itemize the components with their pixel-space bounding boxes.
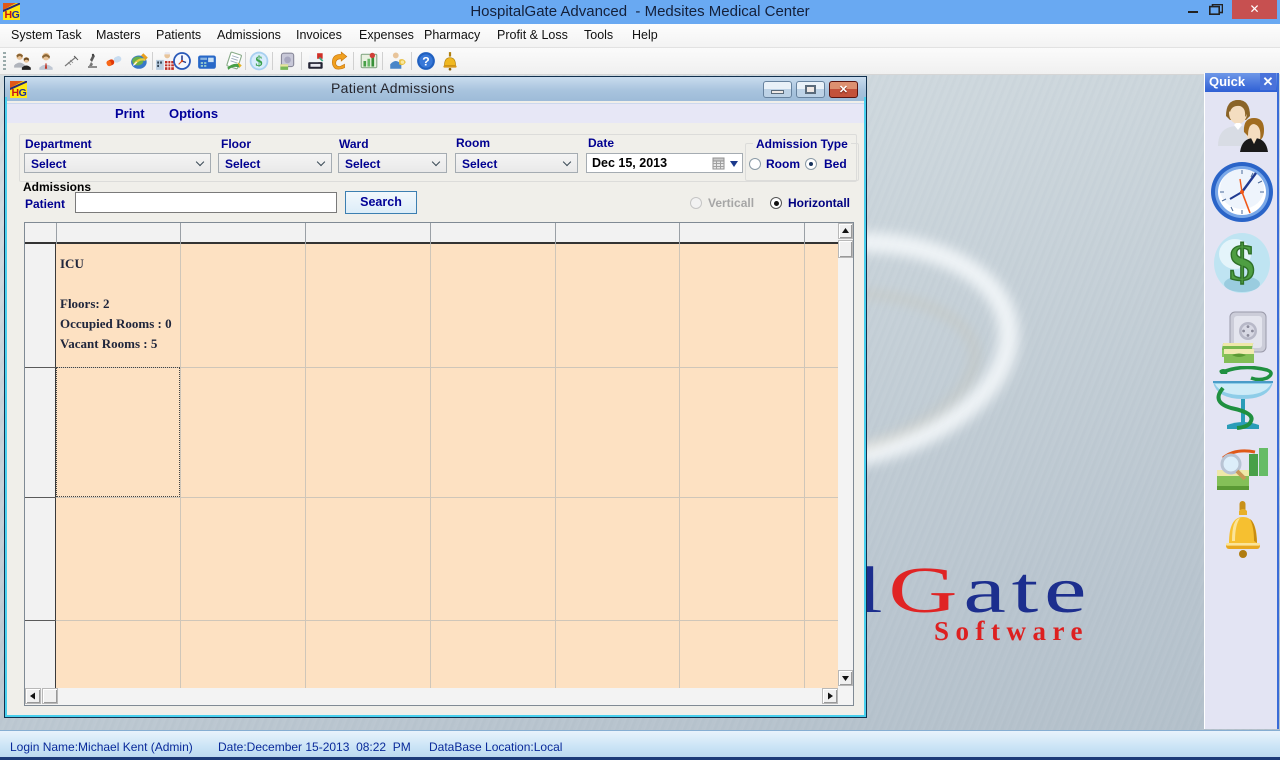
svg-text:$: $ [1229, 235, 1255, 292]
svg-text:$: $ [255, 54, 262, 70]
svg-text:?: ? [422, 54, 429, 68]
